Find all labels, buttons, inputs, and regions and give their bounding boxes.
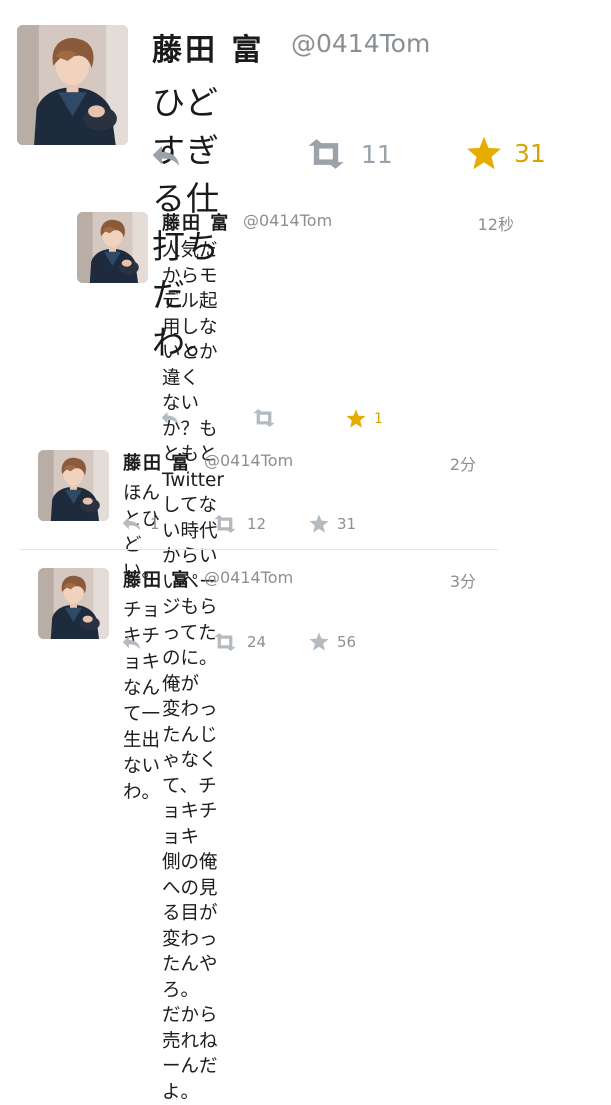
retweet-button[interactable]: 12 — [211, 515, 266, 533]
retweet-button[interactable]: 24 — [211, 633, 266, 651]
tweet-text: チョキチョキなんて一生出ないわ。 — [123, 600, 161, 803]
avatar[interactable] — [38, 568, 109, 639]
avatar[interactable] — [77, 212, 148, 283]
retweet-button[interactable]: 11 — [303, 139, 393, 169]
user-name[interactable]: 藤田 富 — [123, 449, 191, 475]
retweet-button[interactable] — [250, 409, 278, 427]
avatar-photo — [17, 25, 128, 145]
reply-button[interactable] — [150, 143, 182, 170]
user-name[interactable]: 藤田 富 — [162, 209, 230, 235]
avatar-photo — [38, 450, 109, 521]
retweet-count: 11 — [361, 139, 393, 169]
star-icon — [346, 409, 366, 428]
retweet-icon — [250, 409, 278, 427]
reply-button[interactable] — [160, 410, 180, 427]
retweet-icon — [211, 633, 239, 651]
reply-icon — [150, 143, 182, 170]
reply-count: 1 — [150, 515, 160, 533]
reply-icon — [160, 410, 180, 427]
user-handle[interactable]: @0414Tom — [204, 451, 293, 470]
retweet-icon — [303, 139, 349, 169]
reply-button[interactable] — [121, 634, 142, 652]
user-name[interactable]: 藤田 富 — [123, 566, 191, 592]
timestamp[interactable]: 12秒 — [460, 211, 514, 235]
retweet-count: 12 — [247, 515, 267, 533]
user-handle[interactable]: @0414Tom — [243, 211, 332, 230]
reply-button[interactable]: 1 — [121, 515, 160, 533]
favorite-button[interactable]: 56 — [309, 632, 356, 651]
timestamp[interactable]: 3分 — [420, 568, 476, 592]
star-icon — [309, 514, 329, 533]
star-icon — [466, 136, 502, 170]
divider — [20, 549, 498, 550]
retweet-count: 24 — [247, 633, 267, 651]
avatar-photo — [77, 212, 148, 283]
avatar[interactable] — [17, 25, 128, 145]
avatar[interactable] — [38, 450, 109, 521]
user-name[interactable]: 藤田 富 — [152, 25, 264, 69]
reply-icon — [121, 515, 142, 533]
star-icon — [309, 632, 329, 651]
favorite-count: 56 — [337, 632, 357, 651]
timestamp[interactable]: 2分 — [420, 451, 476, 475]
favorite-count: 1 — [374, 410, 383, 427]
avatar-photo — [38, 568, 109, 639]
tweet-text: 人気だからモデル起用しないとか違く ないか？もともとTwitterしてない時代 … — [162, 240, 225, 1103]
favorite-button[interactable]: 1 — [346, 409, 383, 428]
reply-icon — [121, 634, 142, 652]
favorite-button[interactable]: 31 — [309, 514, 356, 533]
user-handle[interactable]: @0414Tom — [204, 568, 293, 587]
favorite-count: 31 — [514, 138, 546, 168]
favorite-count: 31 — [337, 514, 357, 533]
retweet-icon — [211, 515, 239, 533]
favorite-button[interactable]: 31 — [466, 136, 546, 170]
user-handle[interactable]: @0414Tom — [291, 29, 430, 58]
